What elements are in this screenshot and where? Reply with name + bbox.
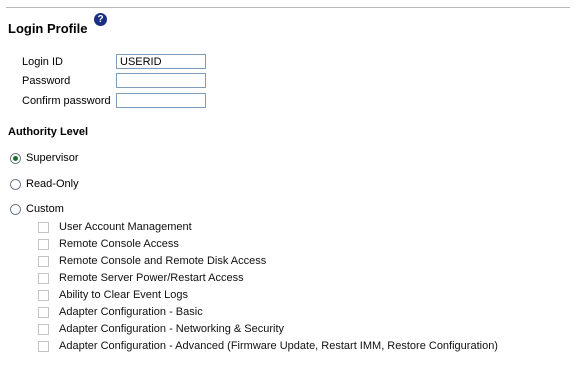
checkbox[interactable] xyxy=(38,221,49,233)
permission-remote-console-access[interactable]: Remote Console Access xyxy=(38,238,179,250)
question-icon[interactable]: ? xyxy=(94,13,107,26)
login-id-field[interactable] xyxy=(116,54,206,69)
checkbox-label: Adapter Configuration - Basic xyxy=(59,306,203,318)
checkbox-label: Remote Console and Remote Disk Access xyxy=(59,255,267,267)
permission-adapter-config-advanced[interactable]: Adapter Configuration - Advanced (Firmwa… xyxy=(38,340,498,352)
permission-clear-event-logs[interactable]: Ability to Clear Event Logs xyxy=(38,289,188,301)
radio-button[interactable] xyxy=(10,178,21,190)
confirm-password-field[interactable] xyxy=(116,93,206,108)
permission-remote-console-disk-access[interactable]: Remote Console and Remote Disk Access xyxy=(38,255,266,267)
checkbox-label: Ability to Clear Event Logs xyxy=(59,289,189,301)
checkbox-label: Adapter Configuration - Advanced (Firmwa… xyxy=(59,340,498,352)
permission-adapter-config-basic[interactable]: Adapter Configuration - Basic xyxy=(38,306,203,318)
checkbox[interactable] xyxy=(38,272,49,284)
checkbox[interactable] xyxy=(38,289,49,301)
radio-read-only[interactable]: Read-Only xyxy=(10,178,79,190)
checkbox-label: Remote Server Power/Restart Access xyxy=(59,272,244,284)
permission-adapter-config-networking[interactable]: Adapter Configuration - Networking & Sec… xyxy=(38,323,284,335)
top-divider xyxy=(6,7,570,8)
checkbox[interactable] xyxy=(38,238,49,250)
password-field[interactable] xyxy=(116,73,206,88)
checkbox-label: Remote Console Access xyxy=(59,238,179,250)
checkbox[interactable] xyxy=(38,323,49,335)
radio-button[interactable] xyxy=(10,203,21,215)
checkbox-label: Adapter Configuration - Networking & Sec… xyxy=(59,323,284,335)
checkbox[interactable] xyxy=(38,340,49,352)
radio-supervisor[interactable]: Supervisor xyxy=(10,152,79,164)
checkbox-label: User Account Management xyxy=(59,221,192,233)
radio-label: Supervisor xyxy=(26,152,79,164)
password-label: Password xyxy=(22,75,71,87)
permission-user-account-management[interactable]: User Account Management xyxy=(38,221,192,233)
confirm-password-label: Confirm password xyxy=(22,95,111,107)
radio-label: Custom xyxy=(26,203,64,215)
authority-level-heading: Authority Level xyxy=(8,126,89,138)
login-id-label: Login ID xyxy=(22,56,63,68)
permission-power-restart-access[interactable]: Remote Server Power/Restart Access xyxy=(38,272,244,284)
radio-custom[interactable]: Custom xyxy=(10,203,64,215)
checkbox[interactable] xyxy=(38,306,49,318)
radio-label: Read-Only xyxy=(26,178,79,190)
checkbox[interactable] xyxy=(38,255,49,267)
radio-button[interactable] xyxy=(10,152,21,164)
page-title: Login Profile xyxy=(8,21,88,36)
